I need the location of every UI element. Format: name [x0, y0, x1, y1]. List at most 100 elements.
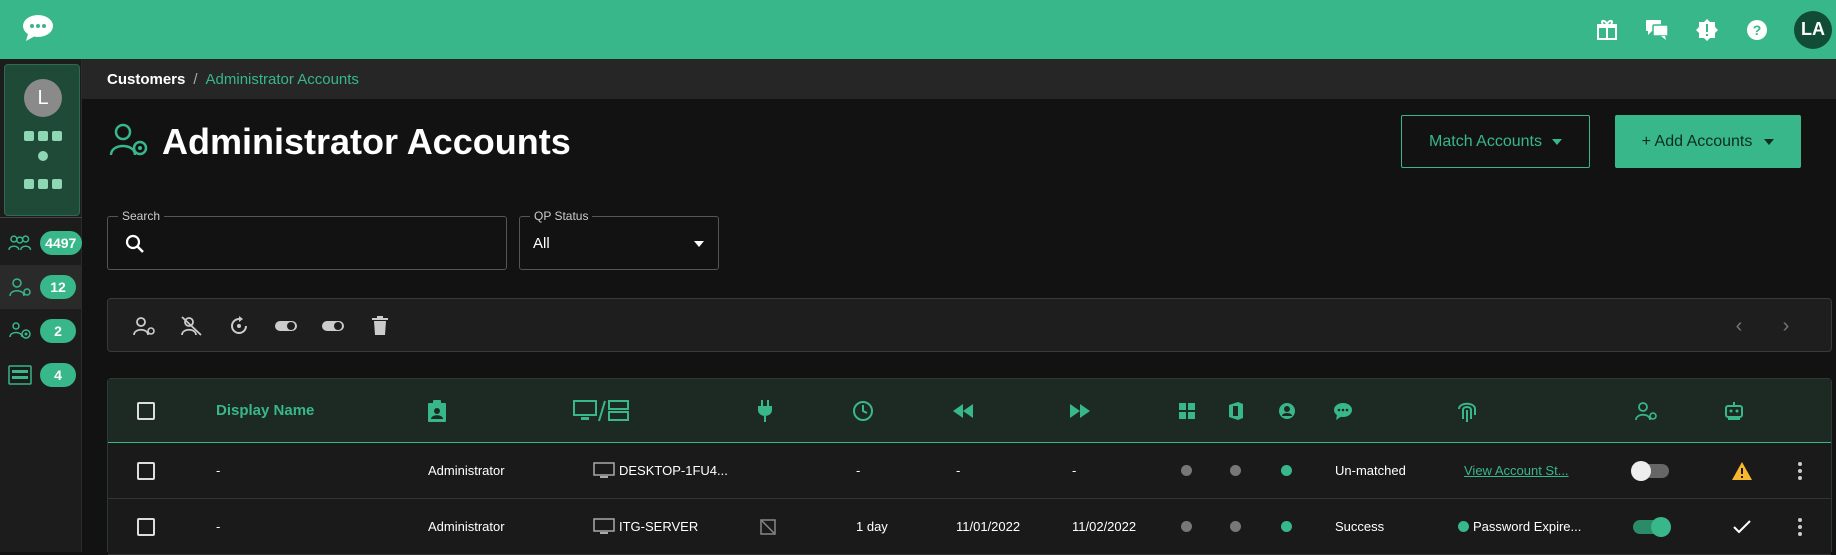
- office-icon: [38, 131, 48, 141]
- prev-page-icon[interactable]: ‹: [1729, 316, 1749, 336]
- breadcrumb: Customers / Administrator Accounts: [82, 59, 1836, 99]
- monitor-icon: [593, 517, 615, 534]
- row-duration: -: [856, 463, 861, 478]
- customer-card[interactable]: L: [4, 64, 80, 216]
- row-status: Success: [1335, 519, 1385, 534]
- search-input[interactable]: [152, 231, 492, 255]
- row-enable-toggle[interactable]: [1633, 499, 1671, 554]
- sidebar-divider: [0, 217, 82, 218]
- plug-icon[interactable]: [758, 379, 772, 442]
- alert-icon[interactable]: [1694, 17, 1720, 43]
- windows-status-dot: [1181, 499, 1192, 554]
- column-display-name[interactable]: Display Name: [216, 379, 314, 442]
- azure-icon: [52, 131, 62, 141]
- customer-avatar: L: [24, 79, 62, 117]
- users-cog-icon: [9, 322, 31, 339]
- view-account-status-link[interactable]: View Account St...: [1464, 443, 1569, 498]
- admin-user-icon[interactable]: [1635, 379, 1657, 442]
- password-status: Password Expire...: [1458, 499, 1581, 554]
- chat-icon[interactable]: [1333, 379, 1353, 442]
- admin-count-badge: 12: [40, 275, 76, 299]
- azure-user-icon[interactable]: [1278, 379, 1296, 442]
- qp-status-value: All: [533, 235, 550, 252]
- row-username: Administrator: [428, 519, 505, 534]
- row-display-name: -: [216, 463, 221, 478]
- match-user-icon[interactable]: [132, 314, 156, 338]
- top-bar: ? LA: [0, 0, 1836, 59]
- password-status-dot: [1458, 521, 1469, 532]
- chat-icon[interactable]: [1644, 17, 1670, 43]
- warning-icon: [1732, 443, 1752, 498]
- office-icon[interactable]: [1229, 379, 1243, 442]
- row-last-date: 11/01/2022: [956, 519, 1021, 534]
- sidebar-item-admin-accounts[interactable]: 12: [0, 265, 82, 309]
- row-next-date: -: [1072, 463, 1077, 478]
- row-next-date: 11/02/2022: [1072, 519, 1137, 534]
- user-avatar[interactable]: LA: [1794, 10, 1832, 49]
- table-row[interactable]: - Administrator ITG-SERVER 1 day 11/01/2…: [108, 499, 1831, 555]
- monitor-icon: [593, 461, 615, 478]
- search-field: Search: [107, 209, 507, 270]
- row-device: DESKTOP-1FU4...: [593, 443, 728, 498]
- azure-status-dot: [1281, 443, 1292, 498]
- chat-bubble-icon[interactable]: [22, 14, 54, 42]
- match-accounts-button[interactable]: Match Accounts: [1401, 115, 1590, 168]
- trash-icon[interactable]: [368, 314, 392, 338]
- row-checkbox[interactable]: [137, 499, 155, 554]
- sync-icon: [38, 151, 48, 161]
- office-status-dot: [1230, 443, 1241, 498]
- fingerprint-icon[interactable]: [1456, 379, 1478, 442]
- search-icon: [125, 234, 144, 253]
- rotate-password-icon[interactable]: [227, 314, 251, 338]
- table-header: Display Name: [108, 379, 1831, 443]
- windows-status-dot: [1181, 443, 1192, 498]
- qp-status-label: QP Status: [530, 209, 593, 223]
- search-label: Search: [118, 209, 165, 223]
- row-display-name: -: [216, 519, 221, 534]
- badge-icon[interactable]: [428, 379, 446, 442]
- rewind-icon[interactable]: [953, 379, 973, 442]
- add-accounts-label: + Add Accounts: [1641, 132, 1753, 150]
- toggle-disable-icon[interactable]: [321, 314, 345, 338]
- server-icon: [8, 365, 32, 385]
- next-page-icon[interactable]: ›: [1776, 316, 1796, 336]
- breadcrumb-separator: /: [193, 70, 198, 88]
- sidebar-item-servers[interactable]: 4: [0, 353, 82, 397]
- windows-icon[interactable]: [1179, 379, 1195, 442]
- add-accounts-button[interactable]: + Add Accounts: [1615, 115, 1801, 168]
- sidebar-item-users[interactable]: 4497: [0, 221, 82, 265]
- page-title: Administrator Accounts: [162, 121, 571, 162]
- qp-status-select[interactable]: QP Status All: [519, 209, 719, 270]
- check-icon: [1733, 499, 1751, 554]
- row-device-name: ITG-SERVER: [619, 519, 699, 534]
- svg-text:?: ?: [1753, 22, 1762, 38]
- row-enable-toggle[interactable]: [1631, 443, 1669, 498]
- row-checkbox[interactable]: [137, 443, 155, 498]
- row-menu-icon[interactable]: [1798, 443, 1802, 498]
- password-status-text: Password Expire...: [1473, 519, 1582, 534]
- select-all-checkbox[interactable]: [137, 379, 155, 442]
- breadcrumb-customers[interactable]: Customers: [107, 71, 185, 88]
- table-row[interactable]: - Administrator DESKTOP-1FU4... - - - Un…: [108, 443, 1831, 499]
- row-username: Administrator: [428, 463, 505, 478]
- azure-status-dot: [1281, 499, 1292, 554]
- device-server-icon[interactable]: [573, 379, 629, 442]
- match-accounts-label: Match Accounts: [1429, 132, 1542, 150]
- help-icon[interactable]: ?: [1744, 17, 1770, 43]
- gift-icon[interactable]: [1594, 17, 1620, 43]
- users-count-badge: 4497: [39, 231, 82, 255]
- toggle-enable-icon[interactable]: [274, 314, 298, 338]
- office-status-dot: [1230, 499, 1241, 554]
- sidebar-item-user-settings[interactable]: 2: [0, 309, 82, 353]
- admin-user-icon: [9, 278, 31, 297]
- fast-forward-icon[interactable]: [1070, 379, 1090, 442]
- breadcrumb-current: Administrator Accounts: [205, 70, 359, 88]
- unmatch-user-icon[interactable]: [180, 314, 204, 338]
- servers-count-badge: 4: [40, 363, 76, 387]
- cloud-icon: [38, 179, 48, 189]
- clock-icon[interactable]: [852, 379, 874, 442]
- chevron-down-icon: [1764, 138, 1775, 145]
- robot-icon[interactable]: [1724, 379, 1744, 442]
- no-agent-icon: [760, 499, 776, 554]
- row-menu-icon[interactable]: [1798, 499, 1802, 554]
